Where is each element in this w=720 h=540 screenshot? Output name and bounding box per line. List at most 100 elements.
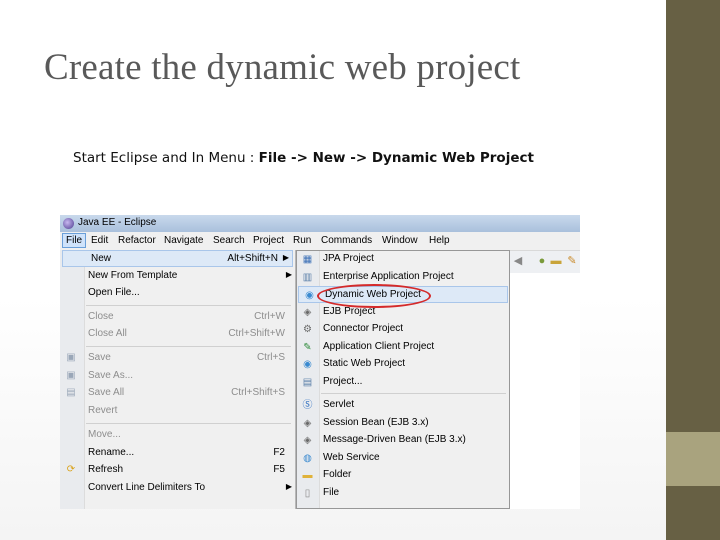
slide-subtitle: Start Eclipse and In Menu : File -> New … [73, 150, 534, 166]
menu-item-label: Save [88, 352, 111, 363]
slide-sidebar-band [666, 432, 720, 486]
menu-item-label: Refresh [88, 464, 124, 475]
folder-icon: ▬ [302, 470, 313, 481]
submenu-item-label: File [323, 487, 340, 498]
session-bean-icon: ◈ [303, 418, 312, 429]
eclipse-screenshot: Java EE - Eclipse File Edit Refactor Nav… [60, 215, 580, 509]
jpa-project-icon: ▦ [302, 254, 313, 265]
save-icon: ▣ [66, 352, 76, 363]
menu-navigate[interactable]: Navigate [164, 235, 203, 246]
menu-item-label: Save As... [88, 370, 134, 381]
menu-item-label: Move... [88, 429, 121, 440]
menu-item-label: Save All [88, 387, 125, 398]
menu-separator [321, 393, 506, 394]
submenu-web-service[interactable]: ◍ Web Service [297, 450, 509, 467]
menu-search[interactable]: Search [213, 235, 245, 246]
submenu-message-driven-bean[interactable]: ◈ Message-Driven Bean (EJB 3.x) [297, 432, 509, 449]
eclipse-icon [63, 218, 74, 229]
submenu-item-label: Folder [323, 469, 352, 480]
submenu-project[interactable]: ▤ Project... [297, 374, 509, 391]
submenu-item-label: Servlet [323, 399, 355, 410]
toolbar: ◀ ● ▬ ✎ [510, 251, 580, 273]
file-menu-close-all[interactable]: Close All Ctrl+Shift+W [60, 326, 295, 343]
web-project-icon: ◉ [305, 290, 314, 301]
highlight-ellipse [317, 284, 431, 308]
file-menu: New Alt+Shift+N ▶ New From Template ▶ Op… [60, 250, 296, 509]
save-all-icon: ▤ [66, 387, 76, 398]
message-bean-icon: ◈ [303, 435, 312, 446]
menu-item-shortcut: Ctrl+Shift+S [231, 387, 285, 398]
file-menu-save-all[interactable]: ▤ Save All Ctrl+Shift+S [60, 385, 295, 402]
menu-refactor[interactable]: Refactor [118, 235, 156, 246]
pin-icon[interactable]: ✎ [566, 255, 578, 267]
submenu-arrow-icon: ▶ [285, 482, 292, 491]
menu-item-label: Close [88, 311, 114, 322]
submenu-connector-project[interactable]: ⚙ Connector Project [297, 321, 509, 338]
menu-file[interactable]: File [62, 233, 87, 248]
submenu-item-label: Application Client Project [323, 341, 435, 352]
file-icon: ▯ [304, 488, 311, 499]
menu-help[interactable]: Help [429, 235, 450, 246]
menu-item-label: Convert Line Delimiters To [88, 482, 206, 493]
menu-bar: File Edit Refactor Navigate Search Proje… [60, 232, 580, 251]
submenu-file[interactable]: ▯ File [297, 485, 509, 502]
file-menu-close[interactable]: Close Ctrl+W [60, 309, 295, 326]
submenu-item-label: Project... [323, 376, 363, 387]
toolbar-arrow-icon[interactable]: ◀ [512, 255, 524, 267]
menu-run[interactable]: Run [293, 235, 311, 246]
subtitle-path: File -> New -> Dynamic Web Project [258, 150, 534, 166]
menu-separator [86, 305, 291, 306]
enterprise-app-icon: ▥ [302, 272, 313, 283]
connector-project-icon: ⚙ [303, 324, 312, 335]
menu-item-shortcut: Ctrl+Shift+W [228, 328, 285, 339]
file-menu-revert[interactable]: Revert [60, 403, 295, 420]
refresh-icon: ⟳ [66, 464, 76, 475]
submenu-item-label: Enterprise Application Project [323, 271, 454, 282]
subtitle-text: Start Eclipse and In Menu : [73, 150, 259, 166]
file-menu-save-as[interactable]: ▣ Save As... [60, 368, 295, 385]
menu-item-label: Rename... [88, 447, 135, 458]
submenu-ejb-project[interactable]: ◈ EJB Project [297, 304, 509, 321]
submenu-folder[interactable]: ▬ Folder [297, 467, 509, 484]
static-web-icon: ◉ [303, 359, 312, 370]
file-menu-new[interactable]: New Alt+Shift+N ▶ [62, 250, 293, 267]
servlet-icon: Ⓢ [302, 400, 313, 411]
submenu-item-label: Message-Driven Bean (EJB 3.x) [323, 434, 466, 445]
menu-project[interactable]: Project [253, 235, 284, 246]
file-menu-open-file[interactable]: Open File... [60, 285, 295, 302]
menu-commands[interactable]: Commands [321, 235, 372, 246]
window-titlebar: Java EE - Eclipse [60, 215, 580, 232]
file-menu-move[interactable]: Move... [60, 427, 295, 444]
slide-title: Create the dynamic web project [44, 47, 521, 88]
menu-edit[interactable]: Edit [91, 235, 108, 246]
submenu-arrow-icon: ▶ [285, 270, 292, 279]
app-client-icon: ✎ [303, 342, 312, 353]
menu-item-label: New [91, 253, 112, 264]
menu-item-label: New From Template [88, 270, 178, 281]
submenu-application-client-project[interactable]: ✎ Application Client Project [297, 339, 509, 356]
project-icon: ▤ [302, 377, 313, 388]
submenu-static-web-project[interactable]: ◉ Static Web Project [297, 356, 509, 373]
open-folder-icon[interactable]: ▬ [550, 255, 562, 267]
submenu-item-label: Web Service [323, 452, 380, 463]
open-type-icon[interactable]: ● [536, 255, 548, 267]
menu-separator [86, 346, 291, 347]
window-title: Java EE - Eclipse [78, 217, 157, 228]
submenu-item-label: Static Web Project [323, 358, 406, 369]
file-menu-new-from-template[interactable]: New From Template ▶ [60, 268, 295, 285]
file-menu-refresh[interactable]: ⟳ Refresh F5 [60, 462, 295, 479]
menu-item-shortcut: F5 [273, 464, 285, 475]
menu-item-shortcut: Alt+Shift+N [227, 253, 278, 264]
submenu-servlet[interactable]: Ⓢ Servlet [297, 397, 509, 414]
web-service-icon: ◍ [303, 453, 312, 464]
file-menu-convert-line-delimiters[interactable]: Convert Line Delimiters To ▶ [60, 480, 295, 497]
ejb-project-icon: ◈ [303, 307, 312, 318]
submenu-enterprise-application-project[interactable]: ▥ Enterprise Application Project [297, 269, 509, 286]
menu-item-label: Revert [88, 405, 118, 416]
submenu-jpa-project[interactable]: ▦ JPA Project [297, 251, 509, 268]
file-menu-save[interactable]: ▣ Save Ctrl+S [60, 350, 295, 367]
file-menu-rename[interactable]: Rename... F2 [60, 445, 295, 462]
menu-item-label: Open File... [88, 287, 140, 298]
submenu-session-bean[interactable]: ◈ Session Bean (EJB 3.x) [297, 415, 509, 432]
menu-window[interactable]: Window [382, 235, 418, 246]
